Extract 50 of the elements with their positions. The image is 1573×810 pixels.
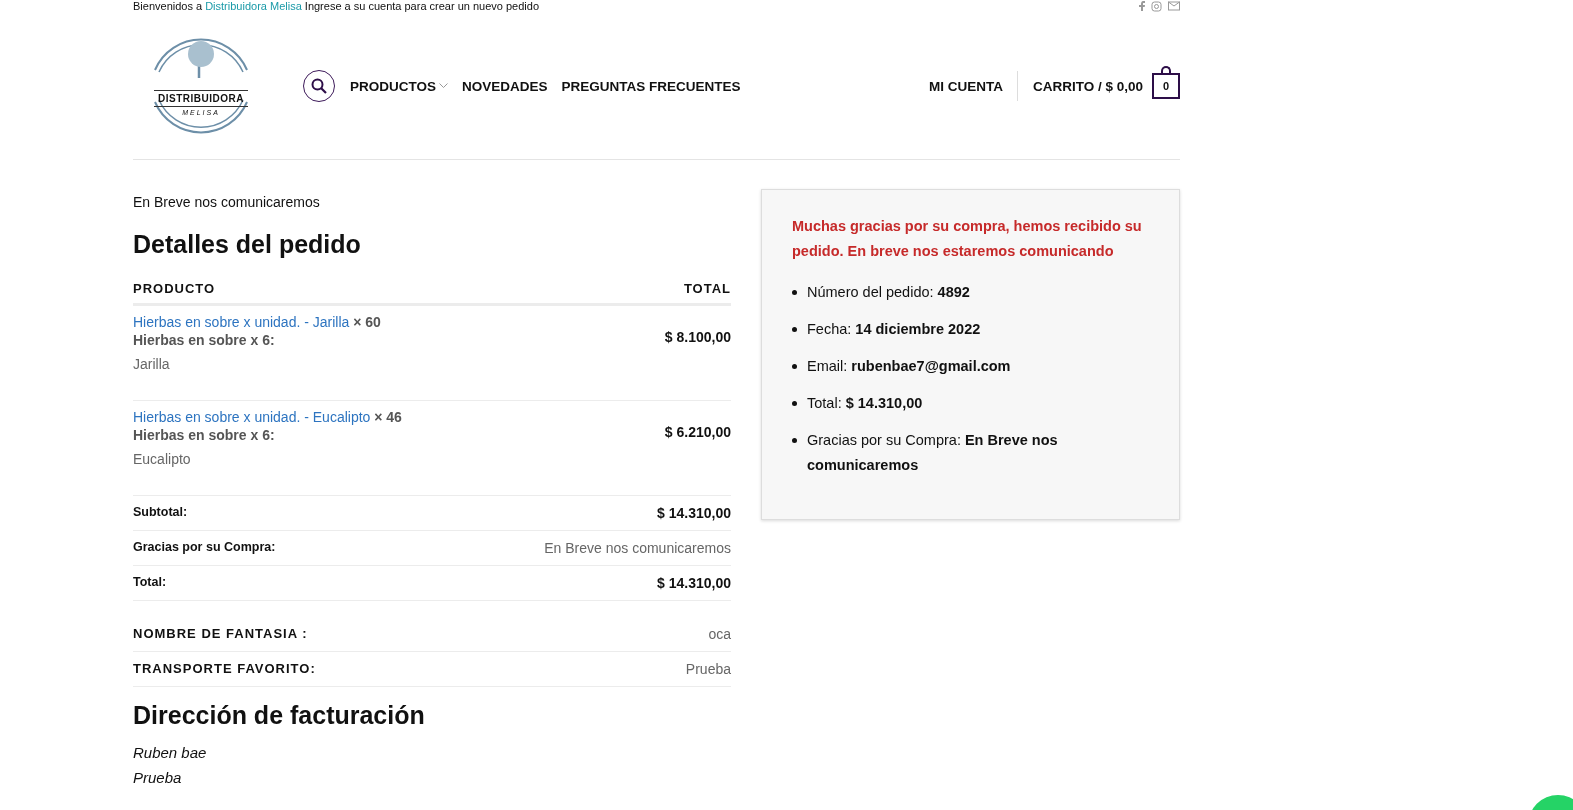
bullet-icon — [792, 290, 797, 295]
welcome-text: Bienvenidos a Distribuidora Melisa Ingrese a su cuenta para crear un nuevo pedido — [133, 0, 540, 13]
search-icon — [311, 78, 327, 94]
bullet-icon — [792, 327, 797, 332]
field-label: TRANSPORTE FAVORITO: — [133, 661, 316, 677]
line-total: $ 8.100,00 — [664, 329, 731, 345]
section-heading: Dirección de facturación — [133, 701, 426, 730]
nav-link[interactable]: NOVEDADES — [462, 78, 548, 94]
field-label: NOMBRE DE FANTASIA : — [133, 626, 308, 642]
quantity-text: × 46 — [374, 409, 402, 425]
product-link[interactable]: Hierbas en sobre x unidad. - Eucalipto — [133, 409, 371, 425]
total-label: Subtotal: — [133, 505, 188, 521]
address-line: Ruben bae — [133, 743, 208, 763]
total-value: $ 14.310,00 — [657, 575, 731, 591]
meta-label: Hierbas en sobre x 6: — [133, 332, 276, 348]
cart-link[interactable]: CARRITO / $ 0,00 — [1032, 78, 1143, 94]
total-value: $ 14.310,00 — [657, 505, 731, 521]
order-info-text: Gracias por su Compra: En Breve nos comunicaremos — [807, 431, 1059, 475]
facebook-icon[interactable] — [1139, 1, 1145, 11]
field-value: Prueba — [685, 661, 731, 677]
nav-link[interactable]: PRODUCTOS — [350, 78, 448, 94]
bullet-icon — [792, 438, 797, 443]
intro-text: En Breve nos comunicaremos — [133, 194, 321, 210]
total-label: Total: — [133, 575, 167, 591]
thanks-message: Muchas gracias por su compra, hemos recibido su pedido. En breve nos estaremos comunicando — [792, 217, 1143, 261]
meta-value: Jarilla — [133, 356, 171, 372]
column-header: PRODUCTO — [133, 281, 216, 296]
bullet-icon — [792, 401, 797, 406]
quantity-text: × 60 — [353, 314, 381, 330]
line-total: $ 6.210,00 — [664, 424, 731, 440]
chevron-down-icon — [439, 83, 448, 89]
order-info-text: Total: $ 14.310,00 — [807, 394, 923, 413]
order-info-text: Email: rubenbae7@gmail.com — [807, 357, 1011, 376]
bullet-icon — [792, 364, 797, 369]
address-line: Prueba — [133, 768, 183, 788]
nav-link[interactable]: PREGUNTAS FRECUENTES — [561, 78, 741, 94]
meta-value: Eucalipto — [133, 451, 192, 467]
column-header: TOTAL — [683, 281, 731, 296]
link[interactable]: Distribuidora Melisa — [205, 0, 302, 12]
product-link[interactable]: Hierbas en sobre x unidad. - Jarilla — [133, 314, 350, 330]
total-value: En Breve nos comunicaremos — [544, 540, 731, 556]
instagram-icon[interactable] — [1151, 1, 1162, 12]
section-heading: Detalles del pedido — [133, 230, 362, 259]
account-link[interactable]: MI CUENTA — [928, 71, 1018, 101]
total-label: Gracias por su Compra: — [133, 540, 276, 556]
mail-icon[interactable] — [1168, 1, 1180, 11]
meta-label: Hierbas en sobre x 6: — [133, 427, 276, 443]
field-value: oca — [708, 626, 731, 642]
order-info-text: Número del pedido: 4892 — [807, 283, 970, 302]
order-info-text: Fecha: 14 diciembre 2022 — [807, 320, 981, 339]
